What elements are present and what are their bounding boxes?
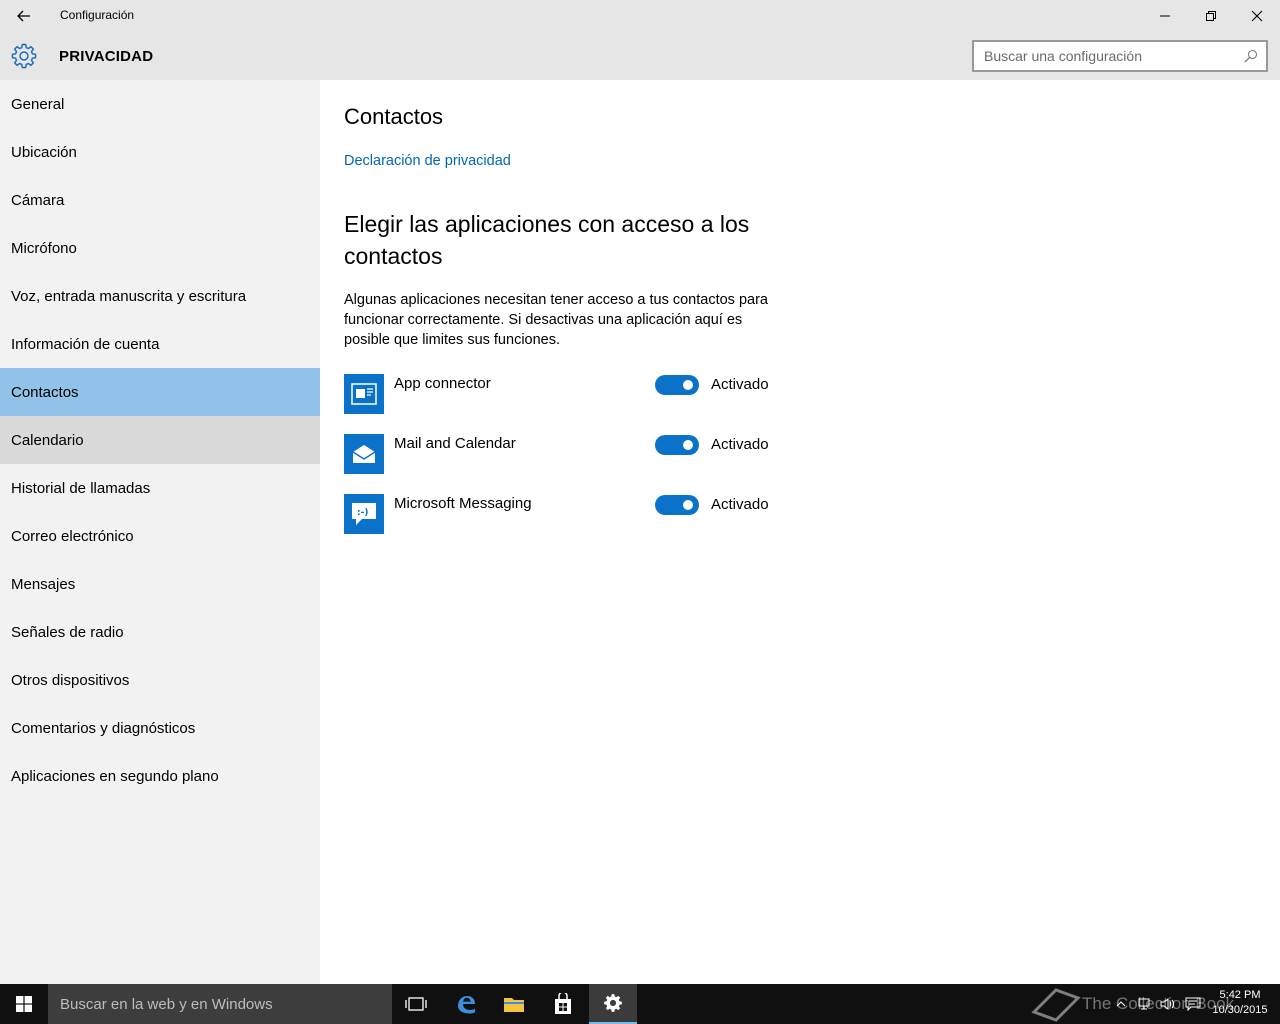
sidebar-item-label: Contactos bbox=[11, 383, 79, 401]
volume-button[interactable] bbox=[1158, 984, 1178, 1024]
sidebar-item-mensajes[interactable]: Mensajes bbox=[0, 560, 320, 608]
edge-button[interactable] bbox=[442, 984, 490, 1024]
mail-calendar-toggle[interactable] bbox=[655, 435, 699, 455]
sidebar-nav: General Ubicación Cámara Micrófono Voz, … bbox=[0, 80, 320, 984]
app-connector-icon bbox=[344, 374, 384, 414]
sidebar-item-senales-radio[interactable]: Señales de radio bbox=[0, 608, 320, 656]
sidebar-item-comentarios[interactable]: Comentarios y diagnósticos bbox=[0, 704, 320, 752]
section-description: Algunas aplicaciones necesitan tener acc… bbox=[344, 292, 768, 348]
app-row-mail-calendar: Mail and Calendar Activado bbox=[344, 434, 784, 474]
book-icon bbox=[1031, 988, 1081, 1022]
content-pane: Contactos Declaración de privacidad Eleg… bbox=[320, 80, 1280, 984]
store-button[interactable] bbox=[539, 984, 587, 1024]
taskbar-search-box[interactable]: Buscar en la web y en Windows bbox=[48, 984, 392, 1024]
sidebar-item-contactos[interactable]: Contactos bbox=[0, 368, 320, 416]
toggle-state-label: Activado bbox=[711, 496, 769, 513]
show-hidden-icons-button[interactable] bbox=[1112, 984, 1130, 1024]
folder-icon bbox=[504, 998, 524, 1012]
clock-time: 5:42 PM bbox=[1219, 989, 1261, 1001]
watermark: The Collection Book bbox=[1030, 986, 1234, 1022]
clock-date: 10/30/2015 bbox=[1212, 1004, 1268, 1016]
sidebar-item-camara[interactable]: Cámara bbox=[0, 176, 320, 224]
volume-icon bbox=[1160, 998, 1174, 1010]
task-view-button[interactable] bbox=[392, 984, 440, 1024]
notifications-icon bbox=[1185, 997, 1201, 1011]
network-icon bbox=[1138, 998, 1150, 1010]
sidebar-item-label: General bbox=[11, 95, 65, 113]
sidebar-item-label: Calendario bbox=[11, 431, 84, 449]
close-button[interactable] bbox=[1234, 0, 1280, 32]
start-button[interactable] bbox=[0, 984, 48, 1024]
taskbar-search-placeholder: Buscar en la web y en Windows bbox=[60, 996, 273, 1013]
mail-icon bbox=[344, 434, 384, 474]
sidebar-item-otros-dispositivos[interactable]: Otros dispositivos bbox=[0, 656, 320, 704]
app-name: Microsoft Messaging bbox=[394, 495, 532, 512]
app-connector-toggle[interactable] bbox=[655, 375, 699, 395]
file-explorer-button[interactable] bbox=[490, 984, 538, 1024]
app-name: Mail and Calendar bbox=[394, 435, 516, 452]
store-icon bbox=[555, 993, 571, 1014]
sidebar-item-label: Mensajes bbox=[11, 575, 76, 593]
sidebar-item-label: Correo electrónico bbox=[11, 527, 134, 545]
app-name: App connector bbox=[394, 375, 491, 392]
sidebar-item-label: Micrófono bbox=[11, 239, 77, 257]
title-bar: Configuración bbox=[0, 0, 1280, 32]
sidebar-item-microfono[interactable]: Micrófono bbox=[0, 224, 320, 272]
sidebar-item-ubicacion[interactable]: Ubicación bbox=[0, 128, 320, 176]
settings-search-box[interactable] bbox=[972, 40, 1268, 72]
window-title: Configuración bbox=[60, 8, 135, 22]
task-view-icon bbox=[405, 997, 427, 1011]
network-button[interactable] bbox=[1134, 984, 1154, 1024]
section-title: Elegir las aplicaciones con acceso a los… bbox=[344, 211, 750, 269]
sidebar-item-label: Voz, entrada manuscrita y escritura bbox=[11, 287, 247, 305]
toggle-state-label: Activado bbox=[711, 376, 769, 393]
svg-text::-): :-) bbox=[357, 508, 368, 518]
search-icon[interactable] bbox=[1244, 49, 1258, 63]
page-title: Contactos bbox=[344, 104, 444, 129]
back-arrow-icon bbox=[17, 10, 30, 22]
edge-icon bbox=[458, 996, 475, 1014]
messaging-icon: :-) bbox=[344, 494, 384, 534]
settings-header: PRIVACIDAD bbox=[0, 32, 1280, 80]
sidebar-item-label: Otros dispositivos bbox=[11, 671, 130, 689]
settings-taskbar-button[interactable] bbox=[589, 984, 637, 1024]
settings-search-input[interactable] bbox=[984, 42, 1234, 70]
restore-button[interactable] bbox=[1188, 0, 1234, 32]
app-row-microsoft-messaging: :-) Microsoft Messaging Activado bbox=[344, 494, 784, 534]
gear-icon bbox=[11, 43, 37, 69]
sidebar-item-label: Cámara bbox=[11, 191, 65, 209]
minimize-button[interactable] bbox=[1142, 0, 1188, 32]
close-icon bbox=[1251, 10, 1263, 22]
sidebar-item-aplicaciones-segundo-plano[interactable]: Aplicaciones en segundo plano bbox=[0, 752, 320, 800]
toggle-state-label: Activado bbox=[711, 436, 769, 453]
sidebar-item-label: Historial de llamadas bbox=[11, 479, 151, 497]
taskbar: Buscar en la web y en Windows The Collec… bbox=[0, 984, 1280, 1024]
page-section-title: PRIVACIDAD bbox=[59, 48, 154, 65]
back-button[interactable] bbox=[8, 2, 40, 30]
windows-logo-icon bbox=[16, 996, 32, 1012]
sidebar-item-voz[interactable]: Voz, entrada manuscrita y escritura bbox=[0, 272, 320, 320]
sidebar-item-historial-llamadas[interactable]: Historial de llamadas bbox=[0, 464, 320, 512]
sidebar-item-label: Aplicaciones en segundo plano bbox=[11, 767, 219, 785]
privacy-statement-link[interactable]: Declaración de privacidad bbox=[344, 153, 511, 169]
sidebar-item-general[interactable]: General bbox=[0, 80, 320, 128]
microsoft-messaging-toggle[interactable] bbox=[655, 495, 699, 515]
sidebar-item-label: Información de cuenta bbox=[11, 335, 160, 353]
restore-icon bbox=[1206, 11, 1216, 21]
app-row-app-connector: App connector Activado bbox=[344, 374, 784, 414]
sidebar-item-informacion-cuenta[interactable]: Información de cuenta bbox=[0, 320, 320, 368]
sidebar-item-correo[interactable]: Correo electrónico bbox=[0, 512, 320, 560]
minimize-icon bbox=[1160, 15, 1170, 17]
gear-icon bbox=[604, 994, 622, 1012]
taskbar-clock[interactable]: 5:42 PM 10/30/2015 bbox=[1205, 988, 1275, 1018]
toggle-knob bbox=[683, 380, 693, 390]
toggle-knob bbox=[683, 440, 693, 450]
chevron-up-icon bbox=[1116, 1001, 1126, 1007]
action-center-button[interactable] bbox=[1183, 984, 1203, 1024]
sidebar-item-label: Comentarios y diagnósticos bbox=[11, 719, 196, 737]
sidebar-item-calendario[interactable]: Calendario bbox=[0, 416, 320, 464]
sidebar-item-label: Ubicación bbox=[11, 143, 77, 161]
sidebar-item-label: Señales de radio bbox=[11, 623, 124, 641]
toggle-knob bbox=[683, 500, 693, 510]
